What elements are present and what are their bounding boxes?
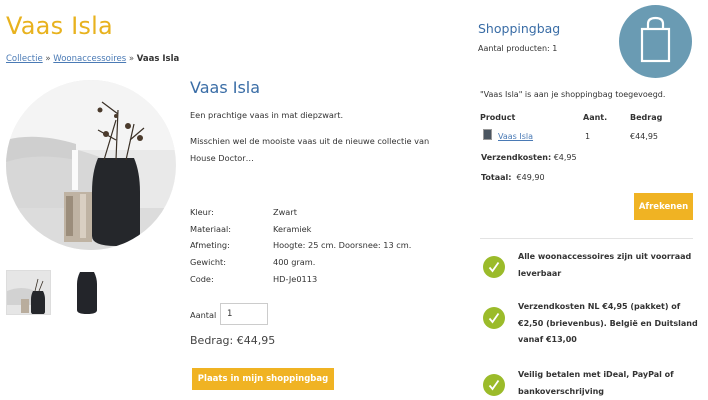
breadcrumb-link-woonaccessoires[interactable]: Woonaccessoires (53, 54, 126, 64)
breadcrumb-separator: » (45, 54, 51, 64)
usp-shipping: Verzendkosten NL €4,95 (pakket) of €2,50… (518, 302, 698, 344)
cart-item-link[interactable]: Vaas Isla (498, 132, 533, 141)
usp-stock: Alle woonaccessoires zijn uit voorraad l… (518, 252, 692, 278)
product-description-long: Misschien wel de mooiste vaas uit de nie… (190, 136, 430, 163)
product-price: Bedrag: €44,95 (190, 334, 276, 347)
check-icon (483, 307, 505, 329)
spec-label: Kleur: (190, 207, 214, 217)
check-icon (483, 256, 505, 278)
page-title: Vaas Isla (6, 12, 113, 40)
spec-value: 400 gram. (273, 257, 316, 267)
quantity-input[interactable] (220, 303, 268, 325)
cart-item-thumbnail (483, 129, 492, 140)
add-to-bag-button[interactable]: Plaats in mijn shoppingbag (192, 368, 334, 390)
shopping-bag-icon[interactable] (619, 5, 692, 78)
divider (480, 238, 693, 239)
product-thumbnail-1[interactable] (6, 270, 51, 315)
shipping-value: €4,95 (553, 153, 577, 162)
usp-payment: Veilig betalen met iDeal, PayPal of bank… (518, 370, 674, 396)
spec-label: Materiaal: (190, 224, 232, 234)
cart-header-qty: Aant. (583, 113, 608, 122)
total-value: €49,90 (516, 173, 545, 182)
spec-label: Code: (190, 274, 214, 284)
cart-total: Totaal: €49,90 (481, 173, 545, 182)
added-to-bag-message: "Vaas Isla" is aan je shoppingbag toegev… (480, 90, 666, 99)
product-photo-main (6, 80, 176, 250)
shipping-costs: Verzendkosten: €4,95 (481, 153, 577, 162)
breadcrumb-separator: » (128, 54, 135, 64)
cart-item-amount: €44,95 (630, 132, 658, 141)
product-description-short: Een prachtige vaas in mat diepzwart. (190, 110, 344, 120)
breadcrumb-current: Vaas Isla (136, 54, 180, 64)
cart-item-name: Vaas Isla (498, 132, 533, 141)
product-thumbnail-2[interactable] (66, 270, 111, 315)
spec-label: Gewicht: (190, 257, 227, 267)
breadcrumb: Collectie » Woonaccessoires » Vaas Isla (6, 54, 179, 64)
spec-value: Zwart (273, 207, 297, 217)
cart-item-qty: 1 (585, 132, 591, 141)
spec-label: Afmeting: (190, 240, 230, 250)
spec-value: Hoogte: 25 cm. Doorsnee: 13 cm. (273, 240, 412, 250)
shoppingbag-title: Shoppingbag (478, 21, 561, 36)
cart-header-amount: Bedrag (630, 113, 663, 122)
spec-value: HD-Je0113 (273, 274, 318, 284)
check-icon (483, 374, 505, 396)
breadcrumb-link-collectie[interactable]: Collectie (6, 54, 43, 64)
spec-value: Keramiek (273, 224, 312, 234)
shoppingbag-count: Aantal producten: 1 (478, 44, 558, 53)
total-label: Totaal: (481, 173, 512, 182)
checkout-button[interactable]: Afrekenen (634, 193, 693, 220)
product-name: Vaas Isla (190, 78, 261, 97)
cart-header-product: Product (480, 113, 516, 122)
quantity-label: Aantal (190, 310, 217, 320)
shipping-label: Verzendkosten: (481, 153, 552, 162)
